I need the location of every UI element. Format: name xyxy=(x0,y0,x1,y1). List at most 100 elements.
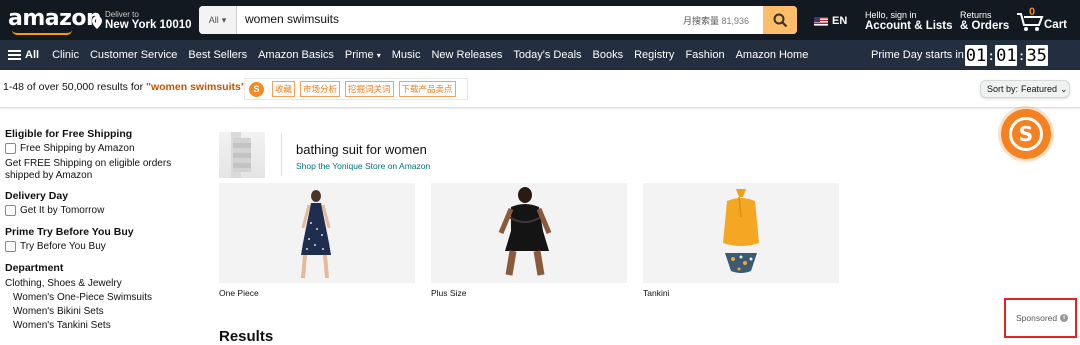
filter-heading-free-shipping: Eligible for Free Shipping xyxy=(5,128,133,140)
nav-bar: All Clinic Customer Service Best Sellers… xyxy=(0,40,1080,70)
countdown-seconds: 35 xyxy=(1025,45,1048,66)
language-label: EN xyxy=(832,15,848,27)
nav-item-amazon-home[interactable]: Amazon Home xyxy=(736,49,809,61)
filter-heading-prime-try: Prime Try Before You Buy xyxy=(5,226,134,238)
account-lists[interactable]: Hello, sign in Account & Lists xyxy=(865,10,953,32)
brand-logo[interactable] xyxy=(219,132,265,178)
free-shipping-note: Get FREE Shipping on eligible orders shi… xyxy=(5,158,172,181)
sponsored-label[interactable]: Sponsored i xyxy=(1016,313,1069,323)
sponsored-text: Sponsored xyxy=(1016,313,1058,323)
results-heading: Results xyxy=(219,328,274,345)
department-root-link[interactable]: Clothing, Shoes & Jewelry xyxy=(5,277,205,291)
plugin-tag-market-analysis[interactable]: 市场分析 xyxy=(300,81,341,97)
plugin-tag-download-selling-points[interactable]: 下载产品卖点 xyxy=(398,81,456,97)
search-button[interactable] xyxy=(763,6,797,34)
nav-item-prime[interactable]: Prime ▾ xyxy=(345,49,381,61)
department-link-tankini-sets[interactable]: Women's Tankini Sets xyxy=(5,319,205,333)
nav-item-books[interactable]: Books xyxy=(593,49,624,61)
monthly-search-volume: 月搜索量 81,936 xyxy=(683,14,749,27)
cart-button[interactable]: 0 Cart xyxy=(1016,6,1076,34)
search-category-dropdown[interactable]: All ▾ xyxy=(199,6,237,34)
nav-item-best-sellers[interactable]: Best Sellers xyxy=(188,49,247,61)
brand-headline[interactable]: bathing suit for women xyxy=(296,142,427,157)
countdown-minutes: 01 xyxy=(995,45,1018,66)
brand-product-card-plus-size[interactable] xyxy=(431,183,627,283)
nav-item-new-releases[interactable]: New Releases xyxy=(431,49,502,61)
language-selector[interactable]: EN xyxy=(814,15,847,27)
search-category-label: All xyxy=(208,15,219,25)
brand-store-link[interactable]: Shop the Yonique Store on Amazon xyxy=(296,161,430,171)
monthly-search-label: 月搜索量 xyxy=(683,16,720,26)
plugin-toolbar: S 收藏 市场分析 挖掘词关词 下载产品卖点 xyxy=(244,78,468,100)
department-link-one-piece[interactable]: Women's One-Piece Swimsuits xyxy=(5,291,205,305)
department-link-bikini-sets[interactable]: Women's Bikini Sets xyxy=(5,305,205,319)
checkbox[interactable] xyxy=(5,143,16,154)
plugin-logo-icon[interactable]: S xyxy=(249,81,264,97)
countdown-separator: : xyxy=(989,48,994,63)
sort-label: Sort by: xyxy=(987,84,1019,94)
prime-day-label[interactable]: Prime Day starts in xyxy=(871,49,964,61)
nav-item-registry[interactable]: Registry xyxy=(634,49,674,61)
deliver-to-location: New York 10010 xyxy=(105,19,192,31)
orders-label: & Orders xyxy=(960,20,1010,32)
cart-label: Cart xyxy=(1044,19,1068,31)
returns-orders[interactable]: Returns & Orders xyxy=(960,10,1009,32)
nav-item-fashion[interactable]: Fashion xyxy=(685,49,724,61)
plugin-float-button[interactable]: S xyxy=(1001,109,1051,159)
nav-item-music[interactable]: Music xyxy=(392,49,421,61)
nav-all-menu[interactable]: All xyxy=(8,49,39,61)
divider xyxy=(281,134,282,176)
checkbox[interactable] xyxy=(5,205,16,216)
brand-product-card-one-piece[interactable] xyxy=(219,183,415,283)
card-label-tankini[interactable]: Tankini xyxy=(643,288,669,298)
plus-size-swimsuit-image xyxy=(498,187,552,276)
filter-free-shipping-by-amazon[interactable]: Free Shipping by Amazon xyxy=(5,143,205,154)
brand-product-card-tankini[interactable] xyxy=(643,183,839,283)
hamburger-icon xyxy=(8,50,21,60)
us-flag-icon xyxy=(814,16,828,26)
filter-try-before-you-buy[interactable]: Try Before You Buy xyxy=(5,241,205,252)
search-bar: All ▾ women swimsuits 月搜索量 81,936 xyxy=(199,6,797,34)
countdown-hours: 01 xyxy=(965,45,987,66)
tankini-swimsuit-image xyxy=(723,189,759,273)
sort-value: Featured xyxy=(1021,84,1058,94)
info-icon: i xyxy=(1060,314,1069,322)
chevron-down-icon: ▾ xyxy=(221,14,227,25)
filter-option-label: Get It by Tomorrow xyxy=(20,205,105,216)
search-input[interactable]: women swimsuits xyxy=(245,12,339,26)
card-label-one-piece[interactable]: One Piece xyxy=(219,288,259,298)
results-info-bar: 1-48 of over 50,000 results for "women s… xyxy=(0,70,1080,108)
one-piece-swimsuit-image xyxy=(301,190,331,279)
filter-get-it-by-tomorrow[interactable]: Get It by Tomorrow xyxy=(5,205,205,216)
filter-heading-delivery-day: Delivery Day xyxy=(5,190,69,202)
prime-day-countdown[interactable]: 01 : 01 : 35 xyxy=(965,45,1048,66)
account-label: Account & Lists xyxy=(865,20,953,32)
plugin-tag-favorite[interactable]: 收藏 xyxy=(272,81,296,97)
amazon-logo[interactable]: amazon xyxy=(8,6,102,31)
nav-item-customer-service[interactable]: Customer Service xyxy=(90,49,177,61)
filter-heading-department: Department xyxy=(5,262,64,274)
filter-option-label: Free Shipping by Amazon xyxy=(20,143,135,154)
top-header: amazon Deliver to New York 10010 All ▾ w… xyxy=(0,0,1080,40)
filter-sidebar: Eligible for Free Shipping Free Shipping… xyxy=(5,128,205,333)
plugin-s-icon: S xyxy=(1009,117,1043,151)
results-query: "women swimsuits" xyxy=(146,81,246,93)
nav-items: All Clinic Customer Service Best Sellers… xyxy=(8,40,819,70)
amazon-logo-smile xyxy=(12,30,72,35)
nav-item-prime-label: Prime xyxy=(344,49,374,61)
filter-option-label: Try Before You Buy xyxy=(20,241,106,252)
search-icon xyxy=(773,13,787,27)
chevron-down-icon: ⌄ xyxy=(1060,83,1068,94)
monthly-search-value: 81,936 xyxy=(721,16,750,26)
nav-item-clinic[interactable]: Clinic xyxy=(52,49,79,61)
account-greeting: Hello, sign in xyxy=(865,10,917,20)
card-label-plus-size[interactable]: Plus Size xyxy=(431,288,466,298)
results-count: 1-48 of over 50,000 results for "women s… xyxy=(3,81,246,93)
nav-item-amazon-basics[interactable]: Amazon Basics xyxy=(258,49,334,61)
countdown-separator: : xyxy=(1019,48,1024,63)
checkbox[interactable] xyxy=(5,241,16,252)
returns-label: Returns xyxy=(960,10,992,20)
sort-dropdown[interactable]: Sort by: Featured ⌄ xyxy=(980,80,1070,98)
nav-item-todays-deals[interactable]: Today's Deals xyxy=(513,49,581,61)
plugin-tag-keyword-mining[interactable]: 挖掘词关词 xyxy=(345,81,394,97)
